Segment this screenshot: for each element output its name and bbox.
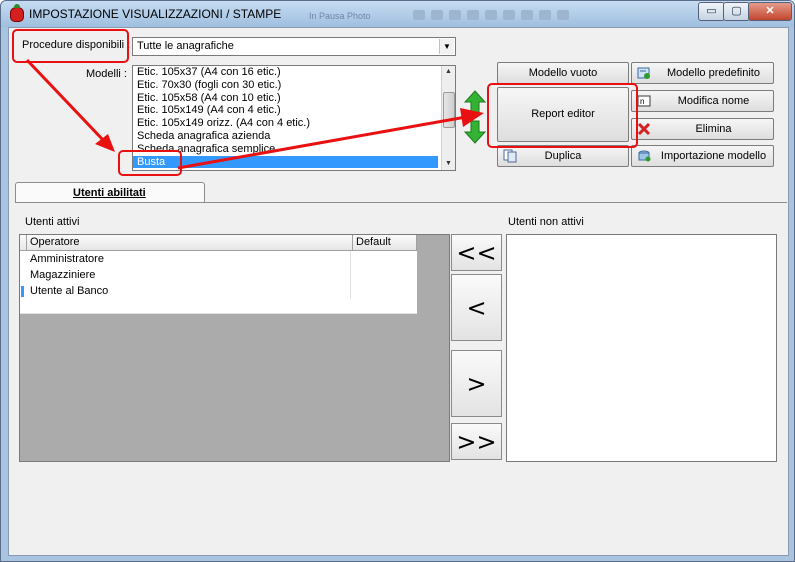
main-window: IMPOSTAZIONE VISUALIZZAZIONI / STAMPE In… [0,0,795,562]
table-row[interactable]: Amministratore [20,251,417,268]
column-header-default[interactable]: Default [353,235,417,250]
default-model-icon [637,67,650,79]
column-header-operatore[interactable]: Operatore [27,235,353,250]
utenti-non-attivi-label: Utenti non attivi [508,216,584,228]
move-down-icon[interactable] [464,120,486,144]
scroll-down-icon[interactable]: ▼ [442,158,455,170]
table-row-current[interactable]: Utente al Banco [20,283,417,300]
move-left-button[interactable]: < [451,274,502,341]
move-up-icon[interactable] [464,90,486,114]
table-row[interactable]: Magazziniere [20,267,417,284]
utenti-attivi-grid[interactable]: Operatore Default Amministratore Magazzi… [19,234,450,462]
list-item[interactable]: Etic. 105x149 (A4 con 4 etic.) [133,104,455,117]
annotation-box-report-editor [487,83,638,148]
rename-icon: n [637,95,651,107]
utenti-attivi-label: Utenti attivi [25,216,80,228]
title-bar[interactable]: IMPOSTAZIONE VISUALIZZAZIONI / STAMPE In… [1,1,794,27]
background-window-text: In Pausa Photo [309,11,371,21]
move-all-right-button[interactable]: >> [451,423,502,460]
minimize-button[interactable]: ▭ [698,2,725,21]
duplica-button[interactable]: Duplica [497,145,629,167]
list-item[interactable]: Etic. 105x58 (A4 con 10 etic.) [133,92,455,105]
close-button[interactable]: ✕ [748,2,792,21]
list-item[interactable]: Etic. 105x37 (A4 con 16 etic.) [133,66,455,79]
modello-vuoto-button[interactable]: Modello vuoto [497,62,629,84]
annotation-box-procedure [12,29,129,63]
modifica-nome-button[interactable]: n Modifica nome [631,90,774,112]
procedure-combobox[interactable]: Tutte le anagrafiche ▼ [132,37,456,56]
listbox-scrollbar[interactable]: ▲ ▼ [441,66,455,170]
tab-utenti-abilitati[interactable]: Utenti abilitati [15,182,205,204]
modelli-label: Modelli : [86,68,127,80]
move-all-left-button[interactable]: << [451,234,502,271]
tab-label: Utenti abilitati [73,187,146,199]
importazione-modello-button[interactable]: Importazione modello [631,145,774,167]
list-item[interactable]: Etic. 70x30 (fogli con 30 etic.) [133,79,455,92]
import-icon [638,150,651,162]
window-title: IMPOSTAZIONE VISUALIZZAZIONI / STAMPE [29,7,282,21]
row-indicator-header [20,235,27,250]
chevron-down-icon[interactable]: ▼ [439,39,454,54]
svg-text:n: n [640,97,644,106]
maximize-button[interactable]: ▢ [723,2,750,21]
scroll-up-icon[interactable]: ▲ [442,66,455,78]
elimina-button[interactable]: Elimina [631,118,774,140]
copy-icon [503,149,517,163]
grid-header: Operatore Default [20,235,417,251]
modello-predefinito-button[interactable]: Modello predefinito [631,62,774,84]
utenti-non-attivi-list[interactable] [506,234,777,462]
background-toolbar [413,10,581,22]
procedure-value: Tutte le anagrafiche [137,40,234,52]
current-row-marker [21,286,24,297]
list-item[interactable]: Etic. 105x149 orizz. (A4 con 4 etic.) [133,117,455,130]
scroll-thumb[interactable] [443,92,455,128]
list-item[interactable]: Scheda anagrafica azienda [133,130,455,143]
strawberry-app-icon [10,4,24,22]
table-row-empty[interactable] [20,299,417,314]
move-right-button[interactable]: > [451,350,502,417]
dialog-client-area: Procedure disponibili : Tutte le anagraf… [8,27,789,556]
annotation-box-busta [118,150,182,176]
delete-icon [637,122,651,136]
